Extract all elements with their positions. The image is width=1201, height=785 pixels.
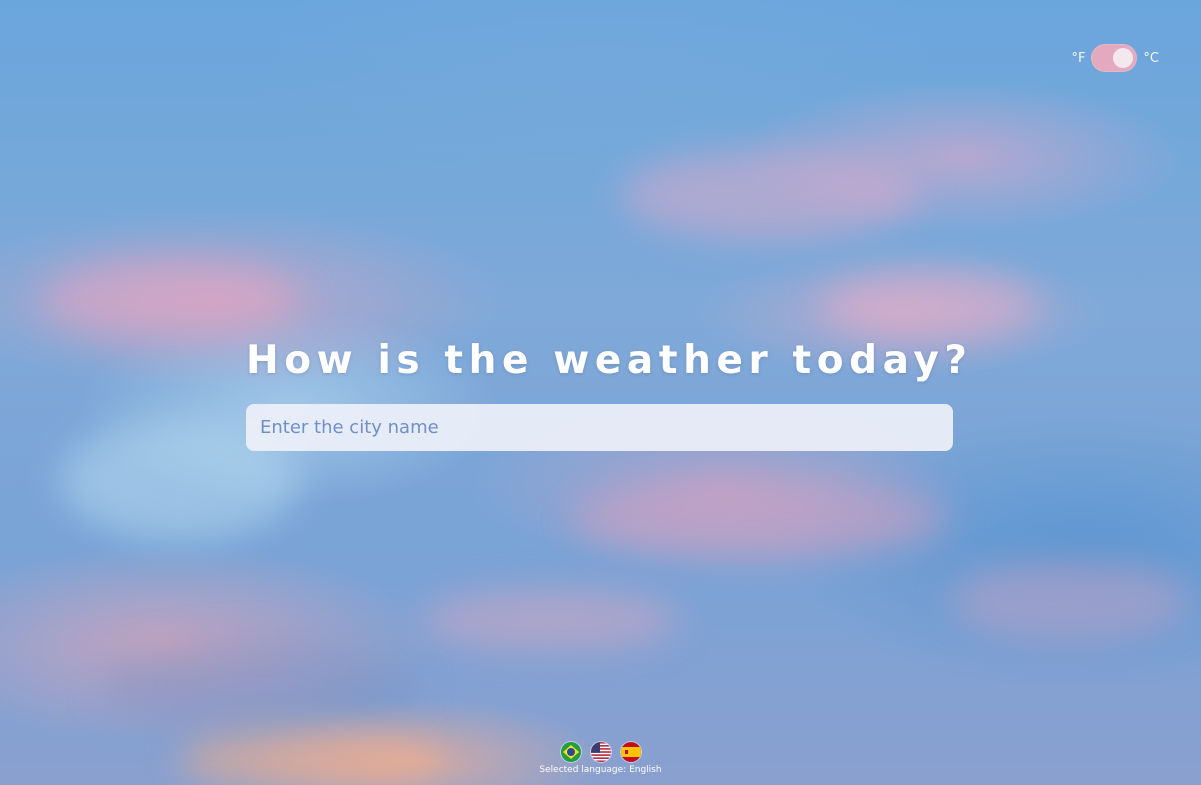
- search-section: How is the weather today?: [246, 337, 973, 451]
- spain-flag-icon[interactable]: [620, 742, 641, 762]
- temperature-unit-toggle-group: °F °C: [1071, 44, 1159, 72]
- language-flags: [0, 742, 1201, 762]
- switch-knob: [1113, 48, 1134, 68]
- fahrenheit-label: °F: [1071, 50, 1086, 66]
- selected-language-caption: Selected language: English: [539, 765, 662, 775]
- usa-flag-icon[interactable]: [590, 742, 611, 762]
- language-selector: Selected language: English: [0, 742, 1201, 775]
- brazil-flag-icon[interactable]: [560, 742, 581, 762]
- page-title: How is the weather today?: [246, 338, 973, 383]
- city-search-input[interactable]: [246, 404, 953, 451]
- celsius-label: °C: [1143, 50, 1159, 66]
- temperature-unit-switch[interactable]: [1091, 44, 1138, 72]
